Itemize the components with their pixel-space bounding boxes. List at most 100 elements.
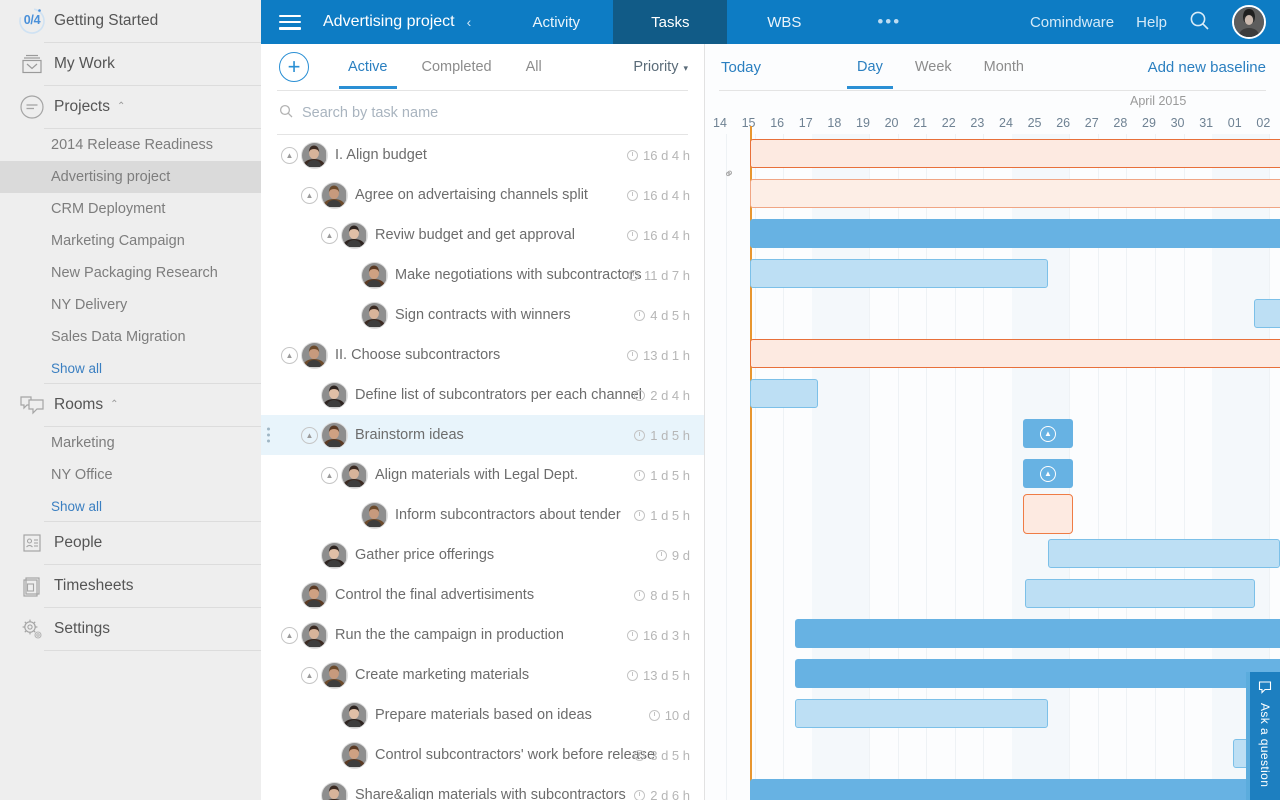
- help-link[interactable]: Help: [1136, 14, 1167, 31]
- projects-show-all-link[interactable]: Show all: [0, 353, 261, 383]
- expand-collapse-icon[interactable]: ▲: [301, 186, 318, 204]
- table-row[interactable]: Control subcontractors' work before rele…: [261, 735, 704, 775]
- table-row[interactable]: Define list of subcontrators per each ch…: [261, 375, 704, 415]
- sidebar-project-crm-deployment[interactable]: CRM Deployment: [0, 193, 261, 225]
- add-task-button[interactable]: +: [279, 52, 309, 82]
- gantt-bar[interactable]: [750, 259, 1048, 288]
- sidebar-project-advertising-project[interactable]: Advertising project: [0, 161, 261, 193]
- sidebar-item-settings[interactable]: Settings: [0, 608, 261, 650]
- add-baseline-button[interactable]: Add new baseline: [1148, 59, 1266, 76]
- ask-a-question-tab[interactable]: Ask a question: [1246, 672, 1280, 800]
- table-row[interactable]: Control the final advertisiments 8 d 5 h: [261, 575, 704, 615]
- brand-link[interactable]: Comindware: [1030, 14, 1114, 31]
- search-icon[interactable]: [1189, 10, 1210, 34]
- collapse-icon[interactable]: ▲: [1040, 465, 1056, 482]
- gantt-bar[interactable]: [795, 619, 1280, 648]
- today-button[interactable]: Today: [721, 59, 761, 76]
- expand-collapse-icon[interactable]: ▲: [281, 626, 298, 644]
- sidebar-room-ny-office[interactable]: NY Office: [0, 459, 261, 491]
- sidebar-item-my-work[interactable]: My Work: [0, 43, 261, 85]
- expand-collapse-icon[interactable]: ▲: [301, 426, 318, 444]
- expand-collapse-icon[interactable]: ▲: [301, 666, 318, 684]
- expand-collapse-icon[interactable]: ▲: [321, 226, 338, 244]
- gantt-bar[interactable]: [1023, 494, 1073, 534]
- table-row[interactable]: ▲ Align materials with Legal Dept. 1 d 5 h: [261, 455, 704, 495]
- task-duration: 2 d 4 h: [634, 388, 690, 403]
- task-duration: 1 d 5 h: [634, 468, 690, 483]
- gantt-bar[interactable]: [1254, 299, 1280, 328]
- tab-all[interactable]: All: [509, 45, 559, 89]
- sidebar-project-sales-data-migration[interactable]: Sales Data Migration: [0, 321, 261, 353]
- expand-collapse-icon[interactable]: ▲: [321, 466, 338, 484]
- task-name: Make negotiations with subcontractors: [395, 267, 642, 283]
- gantt-bar[interactable]: [750, 179, 1280, 208]
- table-row[interactable]: Sign contracts with winners 4 d 5 h: [261, 295, 704, 335]
- day-tick: 28: [1113, 116, 1128, 130]
- avatar[interactable]: [1232, 5, 1266, 39]
- task-name: Reviw budget and get approval: [375, 227, 575, 243]
- expand-collapse-icon[interactable]: ▲: [281, 146, 298, 164]
- gantt-day-ticks: 14 15 16 17 18 19 20 21 22 23 24 25 26 27 28 29 30 31 01 02…: [705, 113, 1280, 135]
- scale-month[interactable]: Month: [968, 45, 1040, 89]
- projects-icon: [10, 94, 54, 120]
- tab-active[interactable]: Active: [331, 45, 405, 89]
- sidebar-project-new-packaging-research[interactable]: New Packaging Research: [0, 257, 261, 289]
- drag-handle-icon[interactable]: [267, 427, 270, 443]
- avatar: [341, 741, 368, 769]
- gantt-bar[interactable]: [750, 379, 818, 408]
- sidebar-item-getting-started[interactable]: 0/4 Getting Started: [0, 0, 261, 42]
- sidebar-item-timesheets[interactable]: Timesheets: [0, 565, 261, 607]
- sidebar-project-marketing-campaign[interactable]: Marketing Campaign: [0, 225, 261, 257]
- gantt-bar[interactable]: [795, 659, 1280, 688]
- sidebar-project-2014-release-readiness[interactable]: 2014 Release Readiness: [0, 129, 261, 161]
- table-row[interactable]: ▲ Reviw budget and get approval 16 d 4 h: [261, 215, 704, 255]
- chevron-up-icon[interactable]: ⌃: [110, 399, 118, 410]
- table-row[interactable]: ▲ I. Align budget 16 d 4 h: [261, 135, 704, 175]
- sort-priority-dropdown[interactable]: Priority ▾: [633, 59, 688, 75]
- sidebar-project-ny-delivery[interactable]: NY Delivery: [0, 289, 261, 321]
- tab-tasks[interactable]: Tasks: [613, 0, 728, 44]
- gantt-bar[interactable]: ▲: [750, 339, 1280, 368]
- gantt-bar[interactable]: [1025, 579, 1255, 608]
- gantt-bar[interactable]: [750, 779, 1280, 800]
- sidebar-room-marketing[interactable]: Marketing: [0, 427, 261, 459]
- expand-collapse-icon[interactable]: ▲: [281, 346, 298, 364]
- table-row[interactable]: ▲ Brainstorm ideas 1 d 5 h: [261, 415, 704, 455]
- table-row[interactable]: Share&align materials with subcontractor…: [261, 775, 704, 800]
- table-row[interactable]: Make negotiations with subcontractors 11 …: [261, 255, 704, 295]
- search-input[interactable]: [302, 104, 632, 121]
- table-row[interactable]: Prepare materials based on ideas 10 d: [261, 695, 704, 735]
- scale-week[interactable]: Week: [899, 45, 968, 89]
- sidebar-item-projects[interactable]: Projects ⌃: [0, 86, 261, 128]
- tab-completed[interactable]: Completed: [405, 45, 509, 89]
- day-tick: 25: [1027, 116, 1042, 130]
- hamburger-icon[interactable]: [279, 14, 301, 30]
- gantt-bar[interactable]: ▲: [1023, 459, 1073, 488]
- task-name: Gather price offerings: [355, 547, 495, 563]
- gantt-bar[interactable]: [1048, 539, 1280, 568]
- top-bar-right: Comindware Help: [1030, 0, 1280, 44]
- table-row[interactable]: ▲ Create marketing materials 13 d 5 h: [261, 655, 704, 695]
- table-row[interactable]: ▲ Agree on advertaising channels split 16 …: [261, 175, 704, 215]
- tab-wbs[interactable]: WBS: [727, 0, 841, 44]
- gantt-bar[interactable]: [750, 139, 1280, 168]
- table-row[interactable]: Gather price offerings 9 d: [261, 535, 704, 575]
- gantt-bar[interactable]: [795, 699, 1048, 728]
- duration-text: 1 d 5 h: [650, 427, 690, 443]
- chain-link-icon[interactable]: ⚭: [720, 164, 738, 183]
- table-row[interactable]: ▲ II. Choose subcontractors 13 d 1 h: [261, 335, 704, 375]
- collapse-icon[interactable]: ▲: [1040, 425, 1056, 442]
- chevron-up-icon[interactable]: ⌃: [117, 101, 125, 112]
- gantt-bar[interactable]: [750, 219, 1280, 248]
- chevron-left-icon[interactable]: ‹: [467, 14, 472, 30]
- rooms-show-all-link[interactable]: Show all: [0, 491, 261, 521]
- content-split: + Active Completed All Priority ▾ Search…: [261, 44, 1280, 800]
- tab-activity[interactable]: Activity: [499, 0, 613, 44]
- sidebar-item-people[interactable]: People: [0, 522, 261, 564]
- table-row[interactable]: Inform subcontractors about tender 1 d 5 …: [261, 495, 704, 535]
- sidebar-item-rooms[interactable]: Rooms ⌃: [0, 384, 261, 426]
- more-tabs-icon[interactable]: •••: [841, 0, 937, 44]
- gantt-bar[interactable]: ▲: [1023, 419, 1073, 448]
- scale-day[interactable]: Day: [841, 45, 899, 89]
- table-row[interactable]: ▲ Run the the campaign in production 16 d …: [261, 615, 704, 655]
